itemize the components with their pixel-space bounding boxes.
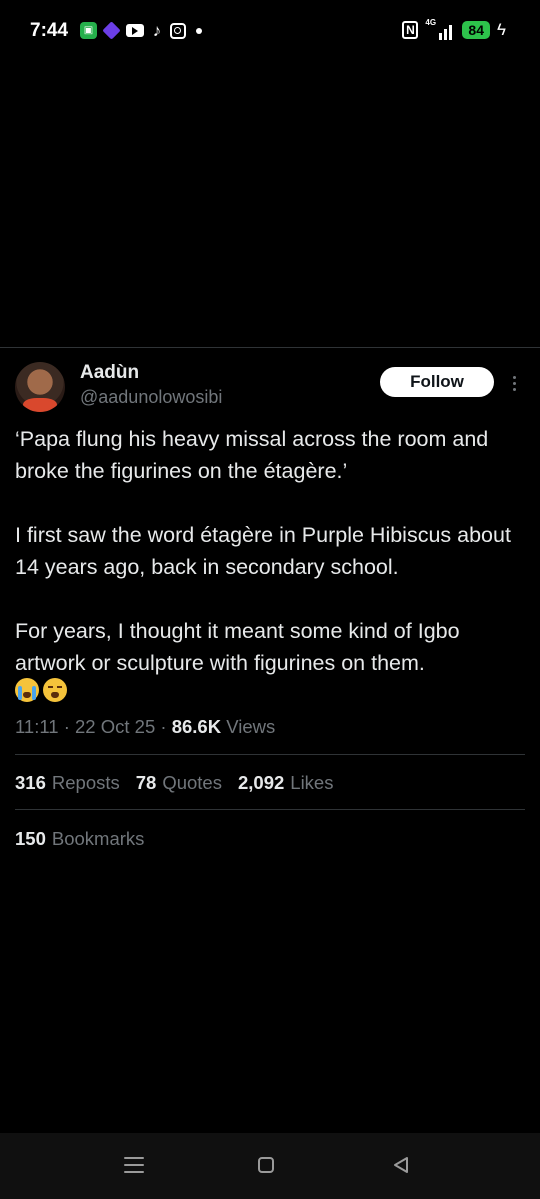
top-divider xyxy=(0,347,540,348)
divider xyxy=(15,754,525,755)
tweet-paragraph: I first saw the word étagère in Purple H… xyxy=(15,523,511,579)
avatar[interactable] xyxy=(15,362,65,412)
quotes-label: Quotes xyxy=(162,772,222,793)
home-icon[interactable] xyxy=(258,1157,274,1173)
reposts-stat[interactable]: 316 Reposts xyxy=(15,772,120,794)
tweet-text: ‘Papa flung his heavy missal across the … xyxy=(15,423,530,679)
more-options-icon[interactable] xyxy=(505,371,523,395)
instagram-icon xyxy=(170,22,186,39)
bookmarks-label: Bookmarks xyxy=(51,828,145,849)
views-label: Views xyxy=(226,716,276,737)
reposts-label: Reposts xyxy=(51,772,120,793)
tweet-time: 11:11 xyxy=(15,716,59,737)
follow-button[interactable]: Follow xyxy=(380,367,494,397)
display-name[interactable]: Aadùn xyxy=(80,362,139,384)
back-icon[interactable] xyxy=(392,1156,410,1174)
recent-apps-icon[interactable] xyxy=(124,1157,144,1173)
proton-vpn-icon xyxy=(102,21,121,40)
user-handle[interactable]: @aadunolowosibi xyxy=(80,387,222,408)
nfc-icon: N xyxy=(402,21,419,39)
tweet-paragraph: For years, I thought it meant some kind … xyxy=(15,619,460,675)
bookmarks-count: 150 xyxy=(15,828,46,849)
dot-icon xyxy=(196,27,202,34)
tweet-date: 22 Oct 25 xyxy=(75,716,156,737)
tweet-paragraph: ‘Papa flung his heavy missal across the … xyxy=(15,427,489,483)
charging-icon: ϟ xyxy=(497,20,506,39)
tweet-emojis xyxy=(15,678,67,702)
reposts-count: 316 xyxy=(15,772,46,793)
tweet-meta: 11:11 · 22 Oct 25 · 86.6K Views xyxy=(15,716,276,737)
weary-face-icon xyxy=(43,678,67,702)
signal-icon: 4G xyxy=(425,18,455,40)
engagement-stats: 316 Reposts 78 Quotes 2,092 Likes xyxy=(15,772,333,794)
quotes-count: 78 xyxy=(135,772,157,793)
battery-icon: 84 xyxy=(462,21,490,39)
notification-icons: ▣ ♪ xyxy=(80,20,202,40)
views-count: 86.6K xyxy=(171,716,222,737)
bookmarks-stat[interactable]: 150 Bookmarks xyxy=(15,828,144,850)
system-icons: N 4G 84 ϟ xyxy=(402,18,506,40)
status-bar: 7:44 ▣ ♪ N 4G 84 ϟ xyxy=(0,0,540,62)
likes-stat[interactable]: 2,092 Likes xyxy=(238,772,334,794)
tiktok-icon: ♪ xyxy=(152,20,162,40)
quotes-stat[interactable]: 78 Quotes xyxy=(136,772,222,794)
divider xyxy=(15,809,525,810)
crying-face-icon xyxy=(15,678,39,702)
likes-count: 2,092 xyxy=(237,772,285,793)
network-type: 4G xyxy=(425,18,437,27)
likes-label: Likes xyxy=(290,772,334,793)
youtube-icon xyxy=(126,24,144,37)
status-time: 7:44 xyxy=(30,20,69,41)
app-icon: ▣ xyxy=(80,22,97,39)
